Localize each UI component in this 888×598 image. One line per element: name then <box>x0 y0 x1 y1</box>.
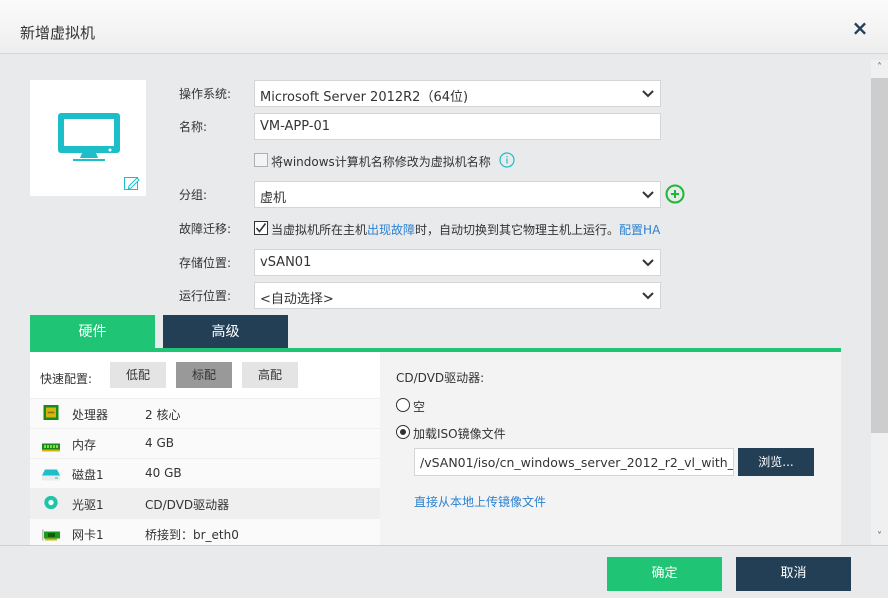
upload-iso-link[interactable]: 直接从本地上传镜像文件 <box>414 493 546 510</box>
failover-label: 故障迁移: <box>179 222 232 236</box>
dialog-header: 新增虚拟机 × <box>0 0 888 54</box>
os-label: 操作系统: <box>179 87 232 101</box>
run-location-select[interactable]: <自动选择> <box>254 282 661 309</box>
chevron-down-icon <box>642 90 654 98</box>
failover-checkbox[interactable] <box>254 221 268 235</box>
nic-icon <box>42 529 60 541</box>
disk-icon <box>42 469 60 481</box>
add-group-icon[interactable] <box>665 184 685 204</box>
chevron-down-icon <box>642 292 654 300</box>
hardware-name: 网卡1 <box>72 528 104 542</box>
tab-advanced[interactable]: 高级 <box>163 315 288 349</box>
vertical-scrollbar[interactable]: ˄ ˅ <box>871 60 888 545</box>
rename-checkbox[interactable] <box>254 153 268 167</box>
hardware-row-memory[interactable]: 内存 4 GB <box>30 428 380 458</box>
cpu-icon <box>43 405 59 420</box>
storage-label: 存储位置: <box>179 256 232 270</box>
failover-text-after: 时，自动切换到其它物理主机上运行。 <box>415 223 620 237</box>
close-icon[interactable]: × <box>850 18 870 38</box>
vm-avatar <box>30 80 146 196</box>
iso-path-value: /vSAN01/iso/cn_windows_server_2012_r2_vl… <box>420 455 734 470</box>
hardware-name: 处理器 <box>72 408 109 422</box>
os-value: Microsoft Server 2012R2（64位) <box>260 90 469 105</box>
rename-checkbox-label: 将windows计算机名称修改为虚拟机名称 <box>271 155 491 169</box>
iso-path-input[interactable]: /vSAN01/iso/cn_windows_server_2012_r2_vl… <box>414 448 734 476</box>
hardware-value: 4 GB <box>145 436 174 450</box>
dialog-title: 新增虚拟机 <box>20 24 96 42</box>
run-location-label: 运行位置: <box>179 289 232 303</box>
hardware-row-cpu[interactable]: 处理器 2 核心 <box>30 398 380 428</box>
chevron-down-icon <box>642 191 654 199</box>
storage-value: vSAN01 <box>260 255 312 270</box>
info-icon[interactable] <box>499 152 515 168</box>
edit-icon[interactable] <box>124 176 140 190</box>
cdrom-icon <box>44 495 58 510</box>
hardware-row-nic[interactable]: 网卡1 桥接到：br_eth0 <box>30 518 380 545</box>
fault-link[interactable]: 出现故障 <box>367 223 415 237</box>
hardware-row-disk[interactable]: 磁盘1 40 GB <box>30 458 380 488</box>
name-input[interactable]: VM-APP-01 <box>254 113 661 140</box>
scrollbar-thumb[interactable] <box>871 78 888 433</box>
run-location-value: <自动选择> <box>260 292 334 307</box>
hardware-name: 光驱1 <box>72 498 104 512</box>
name-label: 名称: <box>179 120 208 134</box>
configure-ha-link[interactable]: 配置HA <box>619 223 660 237</box>
radio-empty[interactable] <box>396 398 410 412</box>
hardware-value: CD/DVD驱动器 <box>145 498 230 512</box>
quick-config-label: 快速配置: <box>40 372 93 386</box>
radio-empty-label: 空 <box>413 400 426 414</box>
chevron-down-icon <box>642 259 654 267</box>
low-config-button[interactable]: 低配 <box>110 362 166 388</box>
scroll-up-icon[interactable]: ˄ <box>871 60 888 76</box>
hardware-panel: 快速配置: 低配 标配 高配 处理器 2 核心 内存 4 GB 磁盘1 40 G… <box>30 352 380 545</box>
os-select[interactable]: Microsoft Server 2012R2（64位) <box>254 80 661 107</box>
hardware-value: 桥接到：br_eth0 <box>145 528 239 542</box>
hardware-name: 磁盘1 <box>72 468 104 482</box>
browse-button[interactable]: 浏览... <box>738 448 814 476</box>
hardware-value: 2 核心 <box>145 408 181 422</box>
hardware-name: 内存 <box>72 438 97 452</box>
storage-select[interactable]: vSAN01 <box>254 249 661 276</box>
group-label: 分组: <box>179 188 208 202</box>
monitor-icon <box>58 113 120 161</box>
group-select[interactable]: 虚机 <box>254 181 661 208</box>
ok-button[interactable]: 确定 <box>607 557 722 591</box>
cancel-button[interactable]: 取消 <box>736 557 851 591</box>
cd-dvd-title: CD/DVD驱动器: <box>396 371 485 385</box>
group-value: 虚机 <box>260 191 287 206</box>
radio-iso[interactable] <box>396 425 410 439</box>
dialog-body: 操作系统: Microsoft Server 2012R2（64位) 名称: V… <box>0 55 888 545</box>
config-tabs: 硬件 高级 <box>30 315 841 352</box>
radio-iso-label: 加载ISO镜像文件 <box>413 427 506 441</box>
failover-text-before: 当虚拟机所在主机 <box>271 223 368 237</box>
name-value: VM-APP-01 <box>260 119 331 134</box>
tab-hardware[interactable]: 硬件 <box>30 315 155 349</box>
scroll-down-icon[interactable]: ˅ <box>871 529 888 545</box>
failover-text: 当虚拟机所在主机出现故障时，自动切换到其它物理主机上运行。配置HA <box>271 221 660 238</box>
memory-icon <box>42 443 60 452</box>
cd-dvd-panel: CD/DVD驱动器: 空 加载ISO镜像文件 /vSAN01/iso/cn_wi… <box>380 352 841 545</box>
hardware-row-cdrom[interactable]: 光驱1 CD/DVD驱动器 <box>30 488 380 518</box>
dialog-footer: 确定 取消 <box>0 545 888 598</box>
hardware-value: 40 GB <box>145 466 182 480</box>
high-config-button[interactable]: 高配 <box>242 362 298 388</box>
standard-config-button[interactable]: 标配 <box>176 362 232 388</box>
